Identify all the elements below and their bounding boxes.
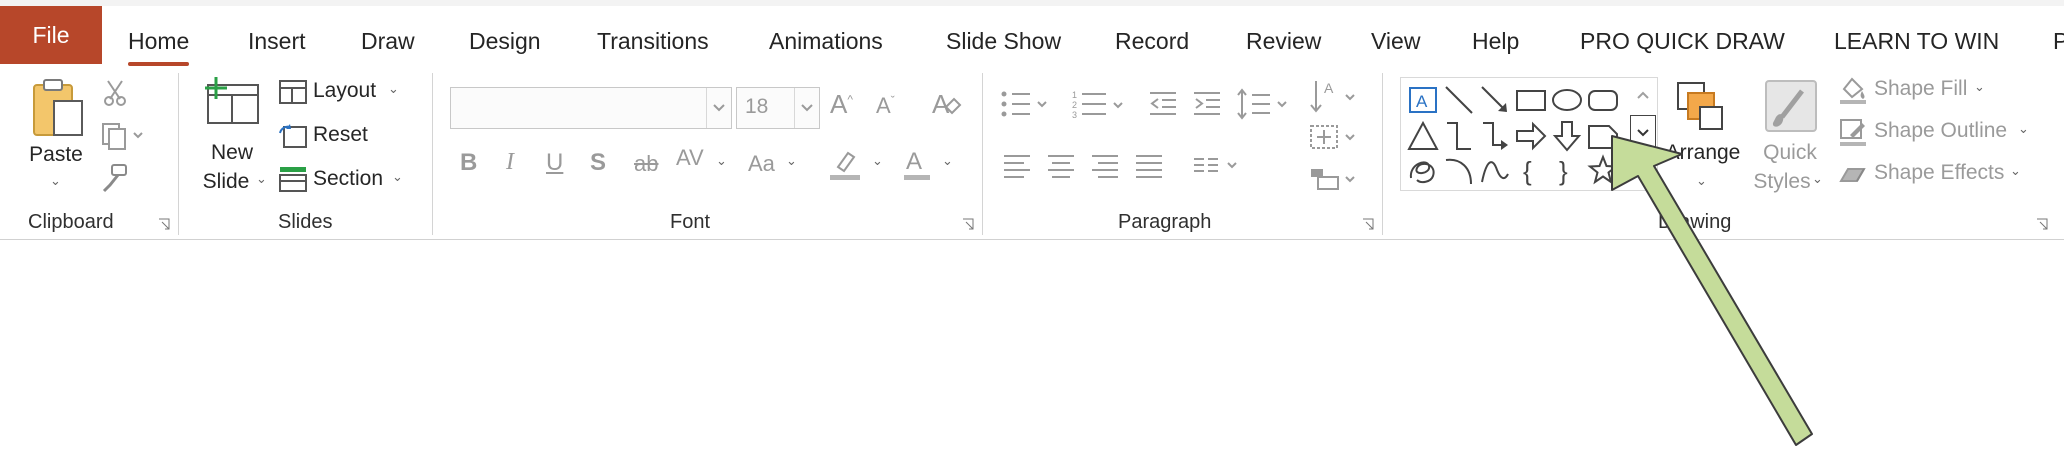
annotation-arrow: [1611, 135, 1813, 446]
